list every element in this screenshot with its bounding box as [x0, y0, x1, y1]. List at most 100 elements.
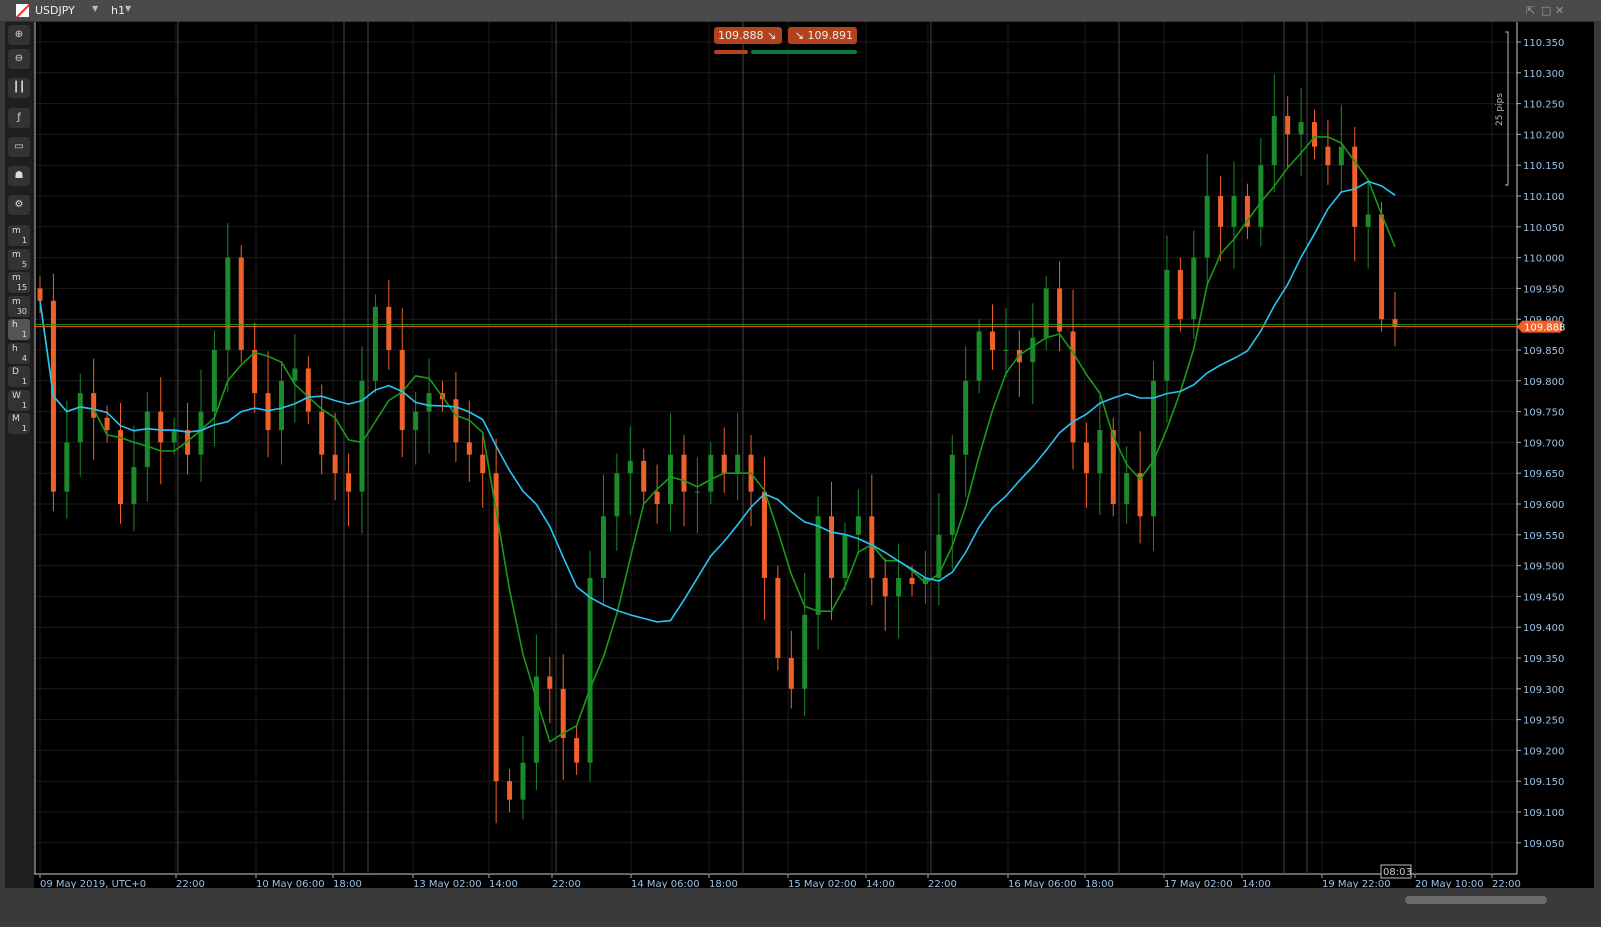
x-tick-label: 22:00 — [928, 879, 957, 888]
pips-ruler-label: 25 pips — [1495, 93, 1505, 126]
candle-body — [1218, 196, 1224, 227]
symbol-icon[interactable] — [16, 4, 29, 17]
candle-body — [346, 473, 352, 492]
candle-body — [842, 534, 848, 578]
price-chart[interactable]: 110.350 110.300 110.250 110.200 110.150 110.1… — [34, 22, 1594, 890]
x-tick-label: 22:00 — [552, 879, 581, 888]
candle-body — [1325, 146, 1331, 166]
candle-body — [855, 516, 861, 535]
candle-body — [372, 306, 378, 381]
x-tick-label: 14:00 — [1242, 879, 1271, 888]
candle-body — [1258, 165, 1264, 227]
y-tick-label: 109.750 — [1523, 408, 1564, 419]
candle-body — [547, 676, 553, 689]
candle-body — [386, 306, 392, 350]
current-price-label: 109.888 — [1524, 323, 1565, 334]
candle-body — [1298, 122, 1304, 135]
y-tick-label: 109.250 — [1523, 716, 1564, 727]
sell-price: 109.888 — [718, 29, 764, 42]
candle-body — [587, 577, 593, 763]
candle-body — [909, 577, 915, 585]
candle-body — [627, 460, 633, 474]
candle-body — [1285, 115, 1291, 135]
y-tick-label: 109.350 — [1523, 654, 1564, 665]
candle-body — [694, 491, 700, 493]
candle-body — [1379, 214, 1385, 320]
timeframe-M1[interactable]: M1 — [8, 413, 30, 434]
candle-body — [131, 467, 137, 504]
candle-body — [1338, 146, 1344, 166]
candle-body — [453, 399, 459, 443]
y-tick-label: 109.100 — [1523, 808, 1564, 819]
candle-body — [896, 577, 902, 597]
trader-icon[interactable]: ☗ — [8, 166, 30, 186]
timeframe-h4[interactable]: h4 — [8, 342, 30, 364]
candle-body — [37, 288, 43, 301]
sell-button[interactable]: 109.888 ↘ — [714, 27, 782, 44]
timeframe-selector[interactable]: h1 — [111, 4, 125, 17]
candle-body — [600, 516, 606, 578]
symbol-dropdown-icon[interactable]: ▼ — [92, 4, 98, 13]
y-tick-label: 110.100 — [1523, 192, 1564, 203]
maximize-icon[interactable]: □ — [1541, 4, 1551, 17]
buy-arrow-icon: ↘ — [794, 29, 804, 42]
candle-body — [480, 454, 486, 474]
candle-body — [305, 368, 311, 412]
candle-body — [1365, 214, 1371, 227]
timeframe-dropdown-icon[interactable]: ▼ — [125, 4, 131, 13]
zoom-in-icon[interactable]: ⊕ — [8, 25, 30, 45]
candle-body — [1177, 269, 1183, 320]
chart-canvas[interactable]: 110.350 110.300 110.250 110.200 110.150 110.1… — [34, 22, 1594, 890]
candle-body — [252, 350, 258, 394]
y-tick-label: 110.250 — [1523, 100, 1564, 111]
timeframe-m30[interactable]: m 30 — [8, 295, 30, 317]
timeframe-m1[interactable]: m1 — [8, 225, 30, 246]
x-tick-label: 22:00 — [176, 879, 205, 888]
popout-icon[interactable]: ⇱ — [1526, 4, 1535, 17]
y-tick-label: 109.450 — [1523, 592, 1564, 603]
y-tick-label: 109.650 — [1523, 469, 1564, 480]
close-icon[interactable]: ✕ — [1555, 4, 1564, 17]
y-tick-label: 110.000 — [1523, 254, 1564, 265]
timeframe-m5[interactable]: m5 — [8, 248, 30, 270]
candle-body — [990, 331, 996, 350]
y-tick-label: 109.050 — [1523, 839, 1564, 850]
x-tick-label: 17 May 02:00 — [1164, 879, 1233, 888]
timeframe-D1[interactable]: D1 — [8, 366, 30, 387]
candle-body — [1271, 115, 1277, 166]
candle-body — [976, 331, 982, 381]
candle-body — [735, 454, 741, 474]
y-tick-label: 110.350 — [1523, 38, 1564, 49]
candle-body — [292, 368, 298, 381]
horizontal-scrollbar-track[interactable] — [0, 893, 1601, 907]
candle-body — [198, 411, 204, 455]
candle-body — [225, 257, 231, 350]
y-tick-label: 109.400 — [1523, 623, 1564, 634]
timeframe-h1[interactable]: h1 — [8, 319, 30, 340]
candle-body — [278, 380, 284, 431]
timeframe-W1[interactable]: W1 — [8, 389, 30, 411]
candle-body — [1164, 269, 1170, 381]
settings-icon[interactable]: ⚙ — [8, 195, 30, 215]
horizontal-scrollbar[interactable] — [1405, 896, 1547, 904]
buy-button[interactable]: ↘ 109.891 — [788, 27, 857, 44]
x-tick-label: 14:00 — [866, 879, 895, 888]
x-tick-label: 14 May 06:00 — [631, 879, 700, 888]
candle-body — [265, 393, 271, 431]
x-tick-label: 22:00 — [1492, 879, 1521, 888]
timeframe-m15[interactable]: m 15 — [8, 272, 30, 293]
indicators-icon[interactable]: ƒ — [8, 108, 30, 128]
candle-body — [788, 658, 794, 689]
candle-body — [829, 516, 835, 578]
symbol-selector[interactable]: USDJPY — [35, 4, 75, 17]
objects-icon[interactable]: ▭ — [8, 137, 30, 157]
y-tick-label: 109.950 — [1523, 284, 1564, 295]
zoom-out-icon[interactable]: ⊖ — [8, 49, 30, 69]
candle-body — [77, 393, 83, 443]
chart-type-icon[interactable]: ┃┃ — [8, 78, 30, 98]
candle-body — [1083, 442, 1089, 474]
y-tick-label: 110.050 — [1523, 223, 1564, 234]
candle-body — [708, 454, 714, 492]
candle-body — [1070, 331, 1076, 443]
y-tick-label: 109.800 — [1523, 377, 1564, 388]
